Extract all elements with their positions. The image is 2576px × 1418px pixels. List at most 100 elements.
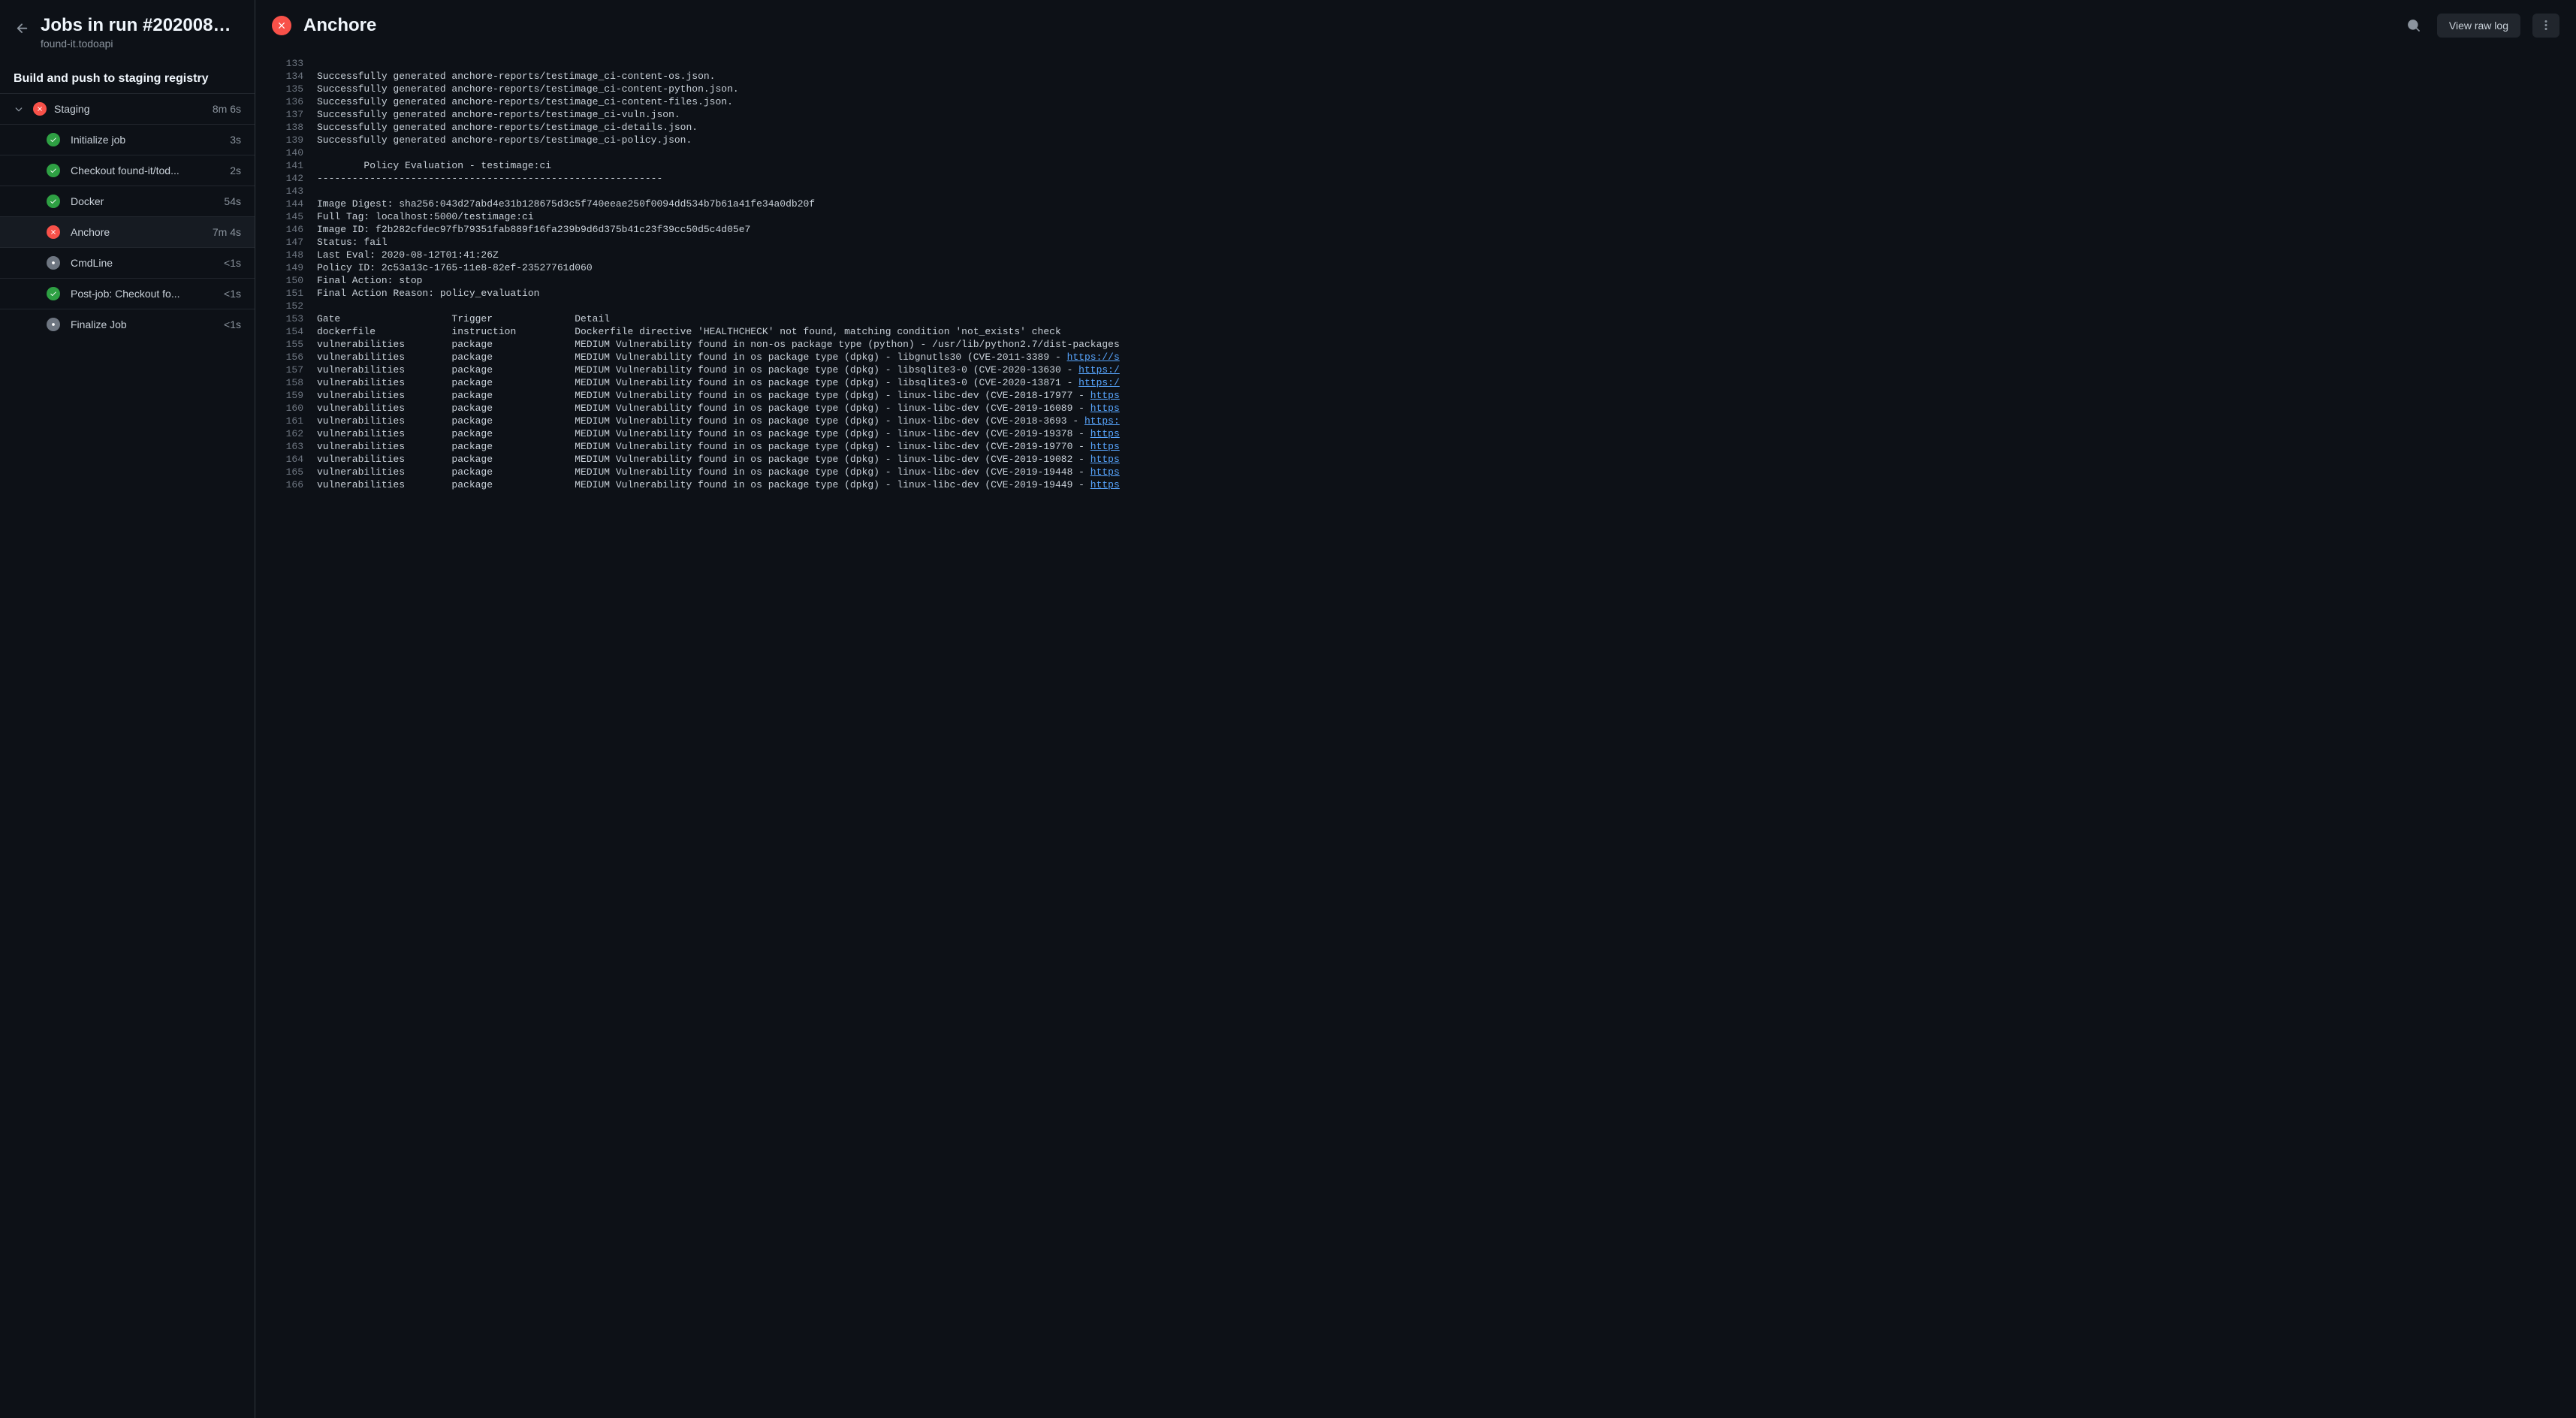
check-circle-icon [47, 164, 60, 177]
line-content: ----------------------------------------… [317, 173, 662, 184]
log-output[interactable]: 133 134 Successfully generated anchore-rep… [255, 51, 2576, 1418]
step-row[interactable]: Docker54s [0, 186, 255, 216]
line-number[interactable]: 143 [272, 186, 303, 197]
step-label: Anchore [71, 226, 202, 238]
log-line: 149 Policy ID: 2c53a13c-1765-11e8-82ef-23… [255, 261, 2576, 274]
line-number[interactable]: 138 [272, 122, 303, 133]
line-number[interactable]: 135 [272, 83, 303, 95]
step-duration: 3s [230, 134, 241, 146]
line-number[interactable]: 158 [272, 377, 303, 388]
line-number[interactable]: 141 [272, 160, 303, 171]
search-icon[interactable] [2403, 14, 2425, 37]
main-title: Anchore [303, 15, 2390, 36]
line-number[interactable]: 137 [272, 109, 303, 120]
x-circle-icon [272, 16, 291, 35]
line-number[interactable]: 134 [272, 71, 303, 82]
line-number[interactable]: 162 [272, 428, 303, 439]
line-number[interactable]: 136 [272, 96, 303, 107]
line-number[interactable]: 157 [272, 364, 303, 376]
line-number[interactable]: 153 [272, 313, 303, 324]
line-number[interactable]: 152 [272, 300, 303, 312]
line-content: Policy ID: 2c53a13c-1765-11e8-82ef-23527… [317, 262, 593, 273]
log-line: 158vulnerabilities package MEDIUM Vulner… [255, 376, 2576, 389]
line-content: Image Digest: sha256:043d27abd4e31b12867… [317, 198, 815, 210]
step-duration: <1s [224, 257, 241, 269]
log-line: 147Status: fail [255, 236, 2576, 249]
dot-circle-icon [47, 256, 60, 270]
line-content: vulnerabilities package MEDIUM Vulnerabi… [317, 403, 1120, 414]
step-duration: <1s [224, 288, 241, 300]
line-number[interactable]: 142 [272, 173, 303, 184]
line-number[interactable]: 161 [272, 415, 303, 427]
check-circle-icon [47, 195, 60, 208]
back-arrow-icon[interactable] [15, 21, 30, 36]
step-duration: 7m 4s [213, 226, 241, 238]
line-number[interactable]: 140 [272, 147, 303, 158]
stage-row[interactable]: Staging 8m 6s [0, 93, 255, 124]
line-number[interactable]: 149 [272, 262, 303, 273]
log-line: 150 Final Action: stop [255, 274, 2576, 287]
line-content: vulnerabilities package MEDIUM Vulnerabi… [317, 339, 1120, 350]
step-duration: 54s [224, 195, 241, 207]
log-line: 159 vulnerabilities package MEDIUM Vulner… [255, 389, 2576, 402]
line-number[interactable]: 166 [272, 479, 303, 490]
line-content: Successfully generated anchore-reports/t… [317, 83, 739, 95]
line-number[interactable]: 160 [272, 403, 303, 414]
line-number[interactable]: 154 [272, 326, 303, 337]
step-row[interactable]: Finalize Job<1s [0, 309, 255, 339]
line-content: vulnerabilities package MEDIUM Vulnerabi… [317, 479, 1120, 490]
log-line: 145 Full Tag: localhost:5000/testimage:ci [255, 210, 2576, 223]
line-number[interactable]: 147 [272, 237, 303, 248]
main-panel: Anchore View raw log 133 134 Successfully … [255, 0, 2576, 1418]
log-line: 156 vulnerabilities package MEDIUM Vulner… [255, 351, 2576, 364]
line-content: vulnerabilities package MEDIUM Vulnerabi… [317, 390, 1120, 401]
log-line: 151Final Action Reason: policy_evaluatio… [255, 287, 2576, 300]
line-number[interactable]: 150 [272, 275, 303, 286]
log-line: 161 vulnerabilities package MEDIUM Vulner… [255, 415, 2576, 427]
line-number[interactable]: 146 [272, 224, 303, 235]
line-content: Full Tag: localhost:5000/testimage:ci [317, 211, 534, 222]
line-number[interactable]: 155 [272, 339, 303, 350]
line-number[interactable]: 163 [272, 441, 303, 452]
chevron-down-icon [14, 104, 26, 114]
line-content: vulnerabilities package MEDIUM Vulnerabi… [317, 351, 1120, 363]
line-content: Final Action: stop [317, 275, 422, 286]
log-line: 148Last Eval: 2020-08-12T01:41:26Z [255, 249, 2576, 261]
x-circle-icon [33, 102, 47, 116]
log-line: 163vulnerabilities package MEDIUM Vulner… [255, 440, 2576, 453]
log-line: 146Image ID: f2b282cfdec97fb79351fab889f… [255, 223, 2576, 236]
view-raw-log-button[interactable]: View raw log [2437, 14, 2520, 38]
line-content: vulnerabilities package MEDIUM Vulnerabi… [317, 415, 1120, 427]
line-number[interactable]: 139 [272, 134, 303, 146]
dot-circle-icon [47, 318, 60, 331]
log-line: 143 [255, 185, 2576, 198]
line-number[interactable]: 145 [272, 211, 303, 222]
log-line: 140 [255, 146, 2576, 159]
log-line: 160 vulnerabilities package MEDIUM Vulner… [255, 402, 2576, 415]
section-label: Build and push to staging registry [0, 65, 255, 93]
line-number[interactable]: 156 [272, 351, 303, 363]
line-number[interactable]: 148 [272, 249, 303, 261]
step-label: Post-job: Checkout fo... [71, 288, 213, 300]
step-row[interactable]: Post-job: Checkout fo... <1s [0, 278, 255, 309]
stage-name: Staging [54, 103, 205, 115]
step-row[interactable]: CmdLine<1s [0, 247, 255, 278]
kebab-menu-button[interactable] [2532, 14, 2559, 38]
log-line: 152 [255, 300, 2576, 312]
line-number[interactable]: 164 [272, 454, 303, 465]
line-number[interactable]: 151 [272, 288, 303, 299]
step-row[interactable]: Anchore 7m 4s [0, 216, 255, 247]
run-title: Jobs in run #20200812... [41, 15, 240, 36]
step-row[interactable]: Initialize job3s [0, 124, 255, 155]
x-circle-icon [47, 225, 60, 239]
line-content: vulnerabilities package MEDIUM Vulnerabi… [317, 454, 1120, 465]
line-number[interactable]: 165 [272, 466, 303, 478]
line-content: Gate Trigger Detail [317, 313, 610, 324]
line-number[interactable]: 133 [272, 58, 303, 69]
line-content: Successfully generated anchore-reports/t… [317, 134, 692, 146]
stage-duration: 8m 6s [213, 103, 241, 115]
step-row[interactable]: Checkout found-it/tod...2s [0, 155, 255, 186]
line-number[interactable]: 159 [272, 390, 303, 401]
log-line: 141 Policy Evaluation - testimage:ci [255, 159, 2576, 172]
line-number[interactable]: 144 [272, 198, 303, 210]
